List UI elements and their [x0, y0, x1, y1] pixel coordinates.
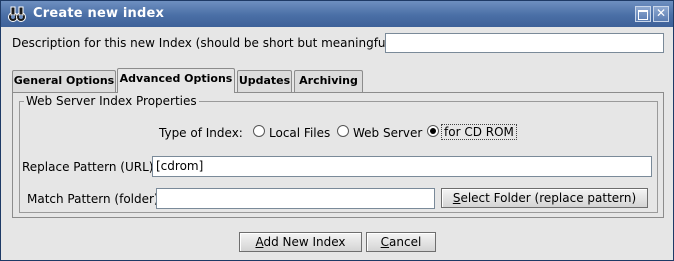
close-icon: ✕ [655, 6, 667, 20]
group-title: Web Server Index Properties [24, 94, 199, 108]
maximize-icon [638, 10, 648, 20]
select-folder-label: elect Folder (replace pattern) [460, 191, 637, 205]
add-new-index-button[interactable]: Add New Index [239, 232, 362, 252]
match-pattern-label: Match Pattern (folder) [27, 192, 159, 206]
window-title: Create new index [33, 6, 165, 21]
cancel-button[interactable]: Cancel [366, 232, 436, 252]
maximize-button[interactable] [635, 6, 651, 22]
replace-pattern-label: Replace Pattern (URL) [22, 160, 154, 174]
cancel-label: ancel [389, 235, 422, 249]
close-button[interactable]: ✕ [653, 6, 669, 22]
create-index-window: Create new index ✕ Description for this … [0, 0, 674, 261]
radio-label-web-server[interactable]: Web Server [353, 126, 422, 140]
title-bar[interactable]: Create new index ✕ [1, 1, 673, 27]
select-folder-button[interactable]: Select Folder (replace pattern) [441, 188, 648, 208]
radio-cd-rom[interactable] [427, 125, 439, 137]
tab-updates[interactable]: Updates [237, 70, 292, 92]
replace-pattern-input[interactable]: [cdrom] [152, 156, 652, 177]
radio-label-local-files[interactable]: Local Files [269, 126, 330, 140]
radio-web-server[interactable] [337, 125, 349, 137]
tab-archiving[interactable]: Archiving [294, 70, 363, 92]
description-input[interactable] [385, 33, 664, 53]
cancel-mnemonic: C [380, 235, 390, 249]
add-label: dd New Index [263, 235, 346, 249]
tab-advanced-options[interactable]: Advanced Options [117, 68, 235, 93]
match-pattern-input[interactable] [156, 188, 435, 209]
radio-local-files[interactable] [253, 125, 265, 137]
radio-label-cd-rom[interactable]: for CD ROM [441, 124, 517, 140]
binoculars-icon [8, 6, 26, 22]
type-of-index-label: Type of Index: [159, 126, 243, 140]
description-label: Description for this new Index (should b… [12, 36, 398, 50]
tab-general-options[interactable]: General Options [12, 70, 116, 92]
